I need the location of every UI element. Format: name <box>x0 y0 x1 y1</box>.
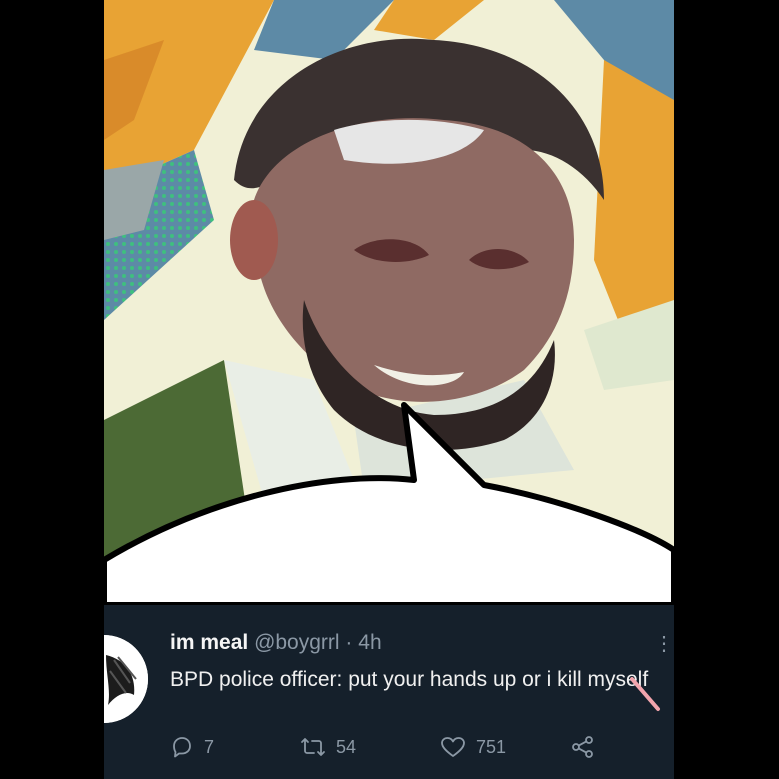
reply-icon <box>173 737 191 758</box>
share-icon <box>572 736 593 758</box>
like-icon <box>441 737 465 757</box>
retweet-icon <box>301 738 325 756</box>
tweet-time[interactable]: 4h <box>358 631 381 654</box>
reply-count: 7 <box>204 736 215 757</box>
display-name[interactable]: im meal <box>170 631 248 654</box>
share-button[interactable] <box>570 735 596 759</box>
tweet-text: BPD police officer: put your hands up or… <box>170 668 649 691</box>
reply-button[interactable]: 7 <box>170 735 214 759</box>
separator-dot: · <box>345 631 353 654</box>
more-icon[interactable]: ⋮ <box>654 631 674 656</box>
avatar-icon <box>104 635 148 723</box>
ear-left <box>230 200 278 280</box>
tweet-actions: 7 54 751 <box>170 735 650 765</box>
illustration <box>104 0 674 605</box>
user-handle[interactable]: @boygrrl <box>254 631 340 654</box>
retweet-count: 54 <box>336 736 357 757</box>
meme-panel: im meal @boygrrl · 4h ⋮ BPD police offic… <box>104 0 674 779</box>
avatar[interactable] <box>104 635 148 723</box>
like-button[interactable]: 751 <box>440 735 506 759</box>
like-count: 751 <box>476 736 507 757</box>
retweet-button[interactable]: 54 <box>300 735 356 759</box>
tweet-header: im meal @boygrrl · 4h <box>170 631 382 655</box>
tweet-card: im meal @boygrrl · 4h ⋮ BPD police offic… <box>104 605 674 779</box>
pen-scribble <box>630 677 660 711</box>
